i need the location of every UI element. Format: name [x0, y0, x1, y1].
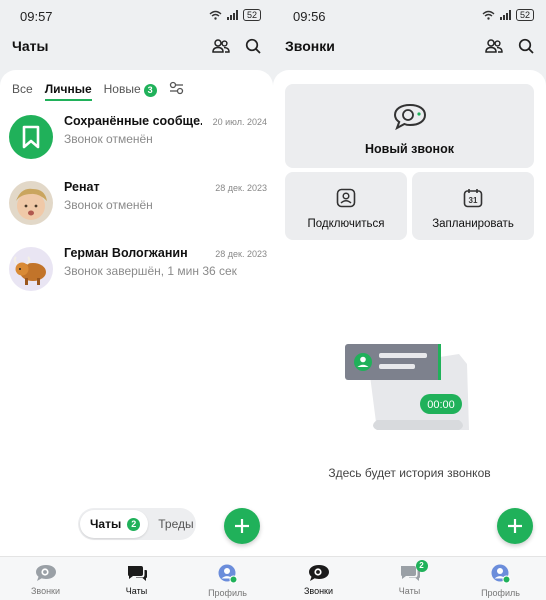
- battery-level: 52: [242, 9, 261, 21]
- new-call-label: Новый звонок: [365, 142, 454, 156]
- nav-profile-label: Профиль: [481, 588, 520, 598]
- empty-history-illustration: 00:00: [341, 340, 481, 445]
- chat-item[interactable]: Ренат 28 дек. 2023 Звонок отменён: [0, 170, 273, 236]
- search-icon: [245, 38, 261, 54]
- bookmark-icon: [22, 125, 40, 149]
- contacts-icon: [212, 39, 230, 53]
- calls-screen: 09:56 52 Звонки Новый звонок Подключитьс…: [273, 0, 546, 600]
- nav-calls[interactable]: Звонки: [0, 557, 91, 600]
- signal-icon: [226, 10, 238, 20]
- call-timer: 00:00: [427, 399, 455, 411]
- contacts-icon: [485, 39, 503, 53]
- nav-calls-label: Звонки: [30, 586, 61, 596]
- profile-icon: [218, 564, 237, 584]
- page-title: Чаты: [12, 38, 49, 54]
- join-label: Подключиться: [307, 218, 385, 230]
- status-time: 09:56: [293, 9, 326, 24]
- chat-last-message: Звонок завершён, 1 мин 36 сек: [64, 264, 237, 278]
- chat-name: Герман Вологжанин: [64, 246, 188, 260]
- chat-panel: Все Личные Новые 3 Сохранённые сообще... …: [0, 70, 273, 556]
- join-call-button[interactable]: Подключиться: [285, 172, 407, 240]
- chat-item[interactable]: Герман Вологжанин 28 дек. 2023 Звонок за…: [0, 236, 273, 302]
- chats-icon: [127, 566, 147, 581]
- nav-chats[interactable]: Чаты: [91, 557, 182, 600]
- signal-icon: [499, 10, 511, 20]
- new-chat-button[interactable]: [224, 508, 260, 544]
- folders-settings-button[interactable]: [169, 81, 184, 98]
- chat-name: Сохранённые сообще...: [64, 114, 202, 128]
- chat-item[interactable]: Сохранённые сообще... 20 июл. 2024 Звоно…: [0, 104, 273, 170]
- search-button[interactable]: [243, 36, 263, 56]
- nav-calls-label: Звонки: [303, 586, 334, 596]
- avatar: [9, 247, 53, 291]
- header: Звонки: [273, 30, 546, 62]
- tab-new-label: Новые: [103, 81, 141, 96]
- contacts-button[interactable]: [484, 36, 504, 56]
- chat-date: 20 июл. 2024: [212, 117, 267, 127]
- header: Чаты: [0, 30, 273, 62]
- segment-chats-count: 2: [127, 517, 141, 531]
- nav-chats-label: Чаты: [398, 586, 421, 596]
- avatar: [9, 181, 53, 225]
- chats-threads-switch: Чаты 2 Треды: [78, 508, 196, 540]
- wifi-icon: [482, 10, 495, 20]
- status-bar: 09:57 52: [0, 0, 273, 30]
- segment-threads[interactable]: Треды: [148, 517, 193, 531]
- nav-profile-label: Профиль: [208, 588, 247, 598]
- calls-icon: [308, 565, 329, 581]
- chat-last-message: Звонок отменён: [64, 198, 153, 212]
- new-call-icon: [393, 104, 426, 130]
- chat-date: 28 дек. 2023: [215, 183, 267, 193]
- nav-chats-label: Чаты: [125, 586, 148, 596]
- page-title: Звонки: [285, 38, 335, 54]
- empty-history-text: Здесь будет история звонков: [328, 466, 491, 480]
- chat-name: Ренат: [64, 180, 100, 194]
- avatar: [9, 115, 53, 159]
- battery-level: 52: [515, 9, 534, 21]
- chat-list: Сохранённые сообще... 20 июл. 2024 Звоно…: [0, 104, 273, 302]
- plus-icon: [508, 519, 522, 533]
- segment-chats[interactable]: Чаты 2: [80, 510, 149, 538]
- contacts-button[interactable]: [211, 36, 231, 56]
- nav-profile[interactable]: Профиль: [182, 557, 273, 600]
- search-button[interactable]: [516, 36, 536, 56]
- filter-tabs: Все Личные Новые 3: [12, 76, 263, 102]
- tab-all[interactable]: Все: [12, 82, 33, 96]
- calendar-icon: 31: [463, 189, 483, 208]
- nav-profile[interactable]: Профиль: [455, 557, 546, 600]
- calls-panel: Новый звонок Подключиться 31 Запланирова…: [273, 70, 546, 556]
- plus-icon: [235, 519, 249, 533]
- tab-new[interactable]: Новые 3: [104, 82, 157, 97]
- chat-date: 28 дек. 2023: [215, 249, 267, 259]
- nav-calls[interactable]: Звонки: [273, 557, 364, 600]
- search-icon: [518, 38, 534, 54]
- folders-settings-icon: [169, 81, 183, 94]
- status-bar: 09:56 52: [273, 0, 546, 30]
- profile-icon: [491, 564, 510, 584]
- wifi-icon: [209, 10, 222, 20]
- new-call-button[interactable]: Новый звонок: [285, 84, 534, 168]
- status-time: 09:57: [20, 9, 53, 24]
- calendar-day: 31: [469, 196, 478, 205]
- calls-icon: [35, 565, 56, 581]
- bottom-navigation: Звонки Чаты Профиль: [0, 556, 273, 600]
- join-icon: [336, 188, 356, 208]
- schedule-label: Запланировать: [432, 218, 514, 230]
- bottom-navigation: Звонки 2 Чаты Профиль: [273, 556, 546, 600]
- new-call-fab[interactable]: [497, 508, 533, 544]
- yak-illustration: [9, 247, 53, 291]
- chats-screen: 09:57 52 Чаты Все Личные Новые 3 Сохранё…: [0, 0, 273, 600]
- chat-last-message: Звонок отменён: [64, 132, 153, 146]
- nav-chats[interactable]: 2 Чаты: [364, 557, 455, 600]
- schedule-call-button[interactable]: 31 Запланировать: [412, 172, 534, 240]
- nav-chats-badge: 2: [415, 560, 428, 572]
- segment-chats-label: Чаты: [90, 517, 122, 531]
- tab-personal[interactable]: Личные: [44, 82, 92, 101]
- tab-new-count: 3: [143, 83, 157, 97]
- child-photo: [9, 181, 53, 225]
